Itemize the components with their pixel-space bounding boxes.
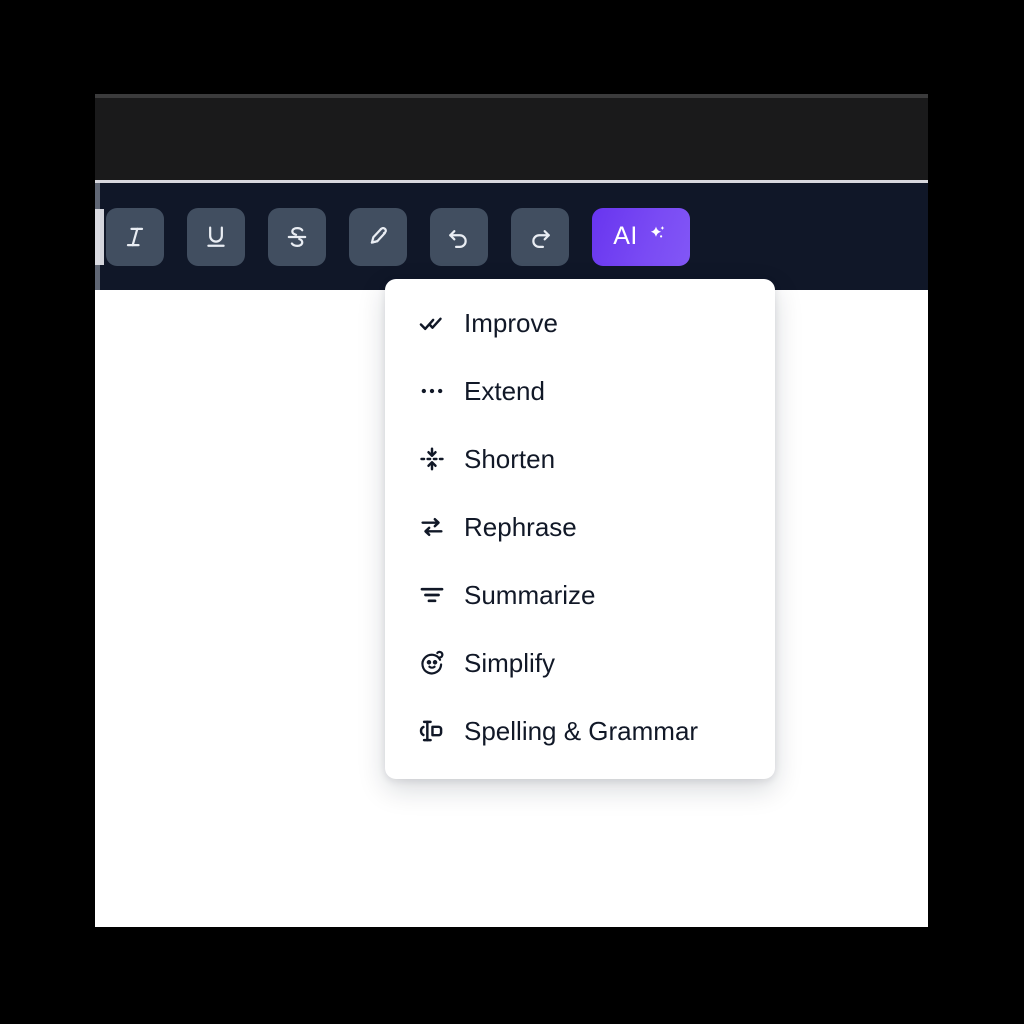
ellipsis-icon	[417, 376, 447, 406]
redo-button[interactable]	[511, 207, 569, 266]
double-check-icon	[417, 308, 447, 338]
italic-icon	[121, 223, 149, 251]
decreasing-bars-icon	[417, 580, 447, 610]
ai-button[interactable]: AI	[592, 207, 690, 266]
underline-button[interactable]	[187, 207, 245, 266]
menu-item-label: Extend	[464, 376, 545, 406]
undo-button[interactable]	[430, 207, 488, 266]
undo-icon	[445, 223, 473, 251]
menu-item-spelling-grammar[interactable]: Spelling & Grammar	[385, 709, 775, 753]
swap-arrows-icon	[417, 512, 447, 542]
baby-face-icon	[417, 648, 447, 678]
toolbar-scrollbar-thumb[interactable]	[95, 209, 104, 265]
menu-item-summarize[interactable]: Summarize	[385, 573, 775, 617]
menu-item-label: Rephrase	[464, 512, 577, 542]
ai-actions-menu: Improve Extend Shorten Rephrase Summariz…	[385, 279, 775, 779]
menu-item-extend[interactable]: Extend	[385, 369, 775, 413]
italic-button[interactable]	[106, 207, 164, 266]
text-cursor-icon	[417, 716, 447, 746]
strikethrough-button[interactable]	[268, 207, 326, 266]
menu-item-label: Simplify	[464, 648, 556, 678]
sparkle-icon	[645, 223, 669, 250]
strikethrough-icon	[283, 223, 311, 251]
ai-button-label: AI	[613, 222, 638, 250]
toolbar-scroll-track[interactable]: AI	[95, 183, 690, 290]
menu-item-rephrase[interactable]: Rephrase	[385, 505, 775, 549]
menu-item-label: Spelling & Grammar	[464, 716, 699, 746]
formatting-toolbar: AI	[95, 183, 928, 290]
menu-item-label: Summarize	[464, 580, 596, 610]
menu-item-label: Improve	[464, 308, 558, 338]
menu-item-improve[interactable]: Improve	[385, 301, 775, 345]
arrows-collapse-icon	[417, 444, 447, 474]
highlight-button[interactable]	[349, 207, 407, 266]
underline-icon	[202, 223, 230, 251]
menu-item-simplify[interactable]: Simplify	[385, 641, 775, 685]
app-header-bar	[95, 94, 928, 183]
redo-icon	[526, 223, 554, 251]
header-top-edge	[95, 94, 928, 98]
screenshot-stage: AI Improve Extend Shorten Rephrase Summa…	[0, 0, 1024, 1024]
menu-item-shorten[interactable]: Shorten	[385, 437, 775, 481]
highlighter-icon	[364, 223, 392, 251]
menu-item-label: Shorten	[464, 444, 556, 474]
